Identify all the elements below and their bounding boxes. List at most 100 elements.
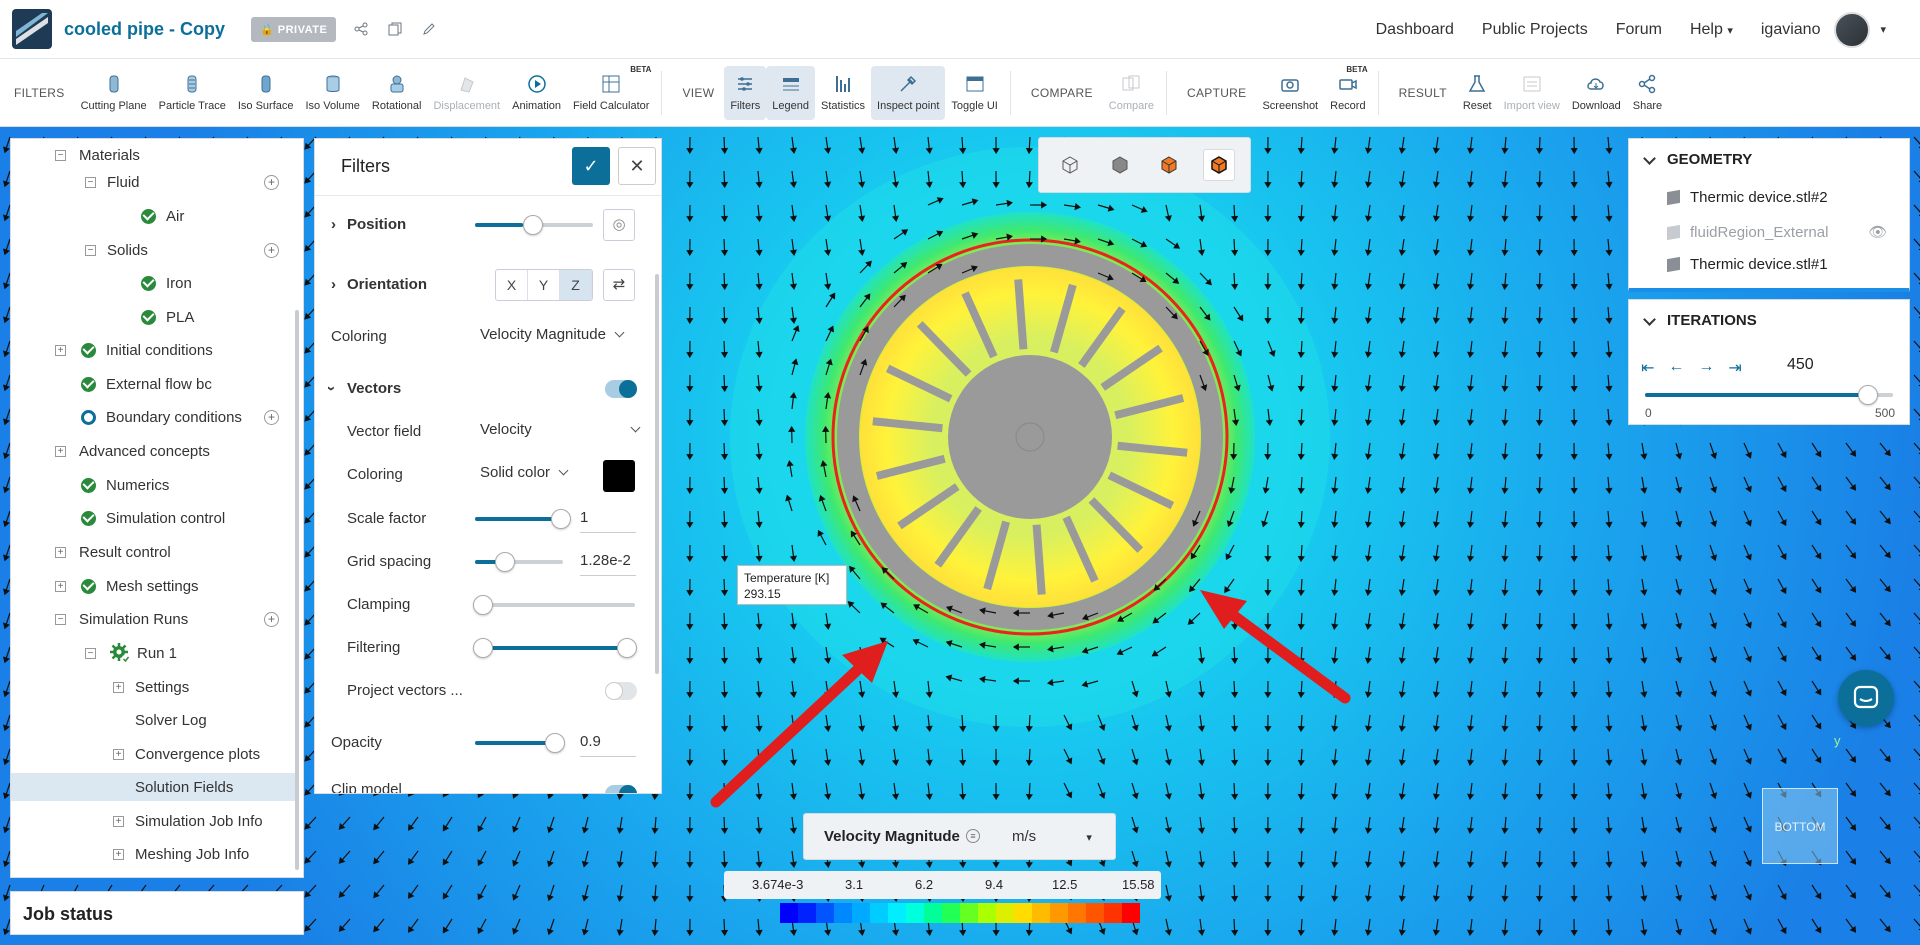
expand-icon[interactable]: + xyxy=(55,445,66,457)
first-iteration-icon[interactable]: ⇤ xyxy=(1641,358,1654,378)
surface-view-button[interactable] xyxy=(1203,149,1236,181)
vector-field-select[interactable]: Velocity xyxy=(480,421,639,438)
axis-x-button[interactable]: X xyxy=(496,270,528,300)
eye-icon[interactable]: 👁 xyxy=(1868,223,1887,241)
expand-icon[interactable]: + xyxy=(113,848,124,860)
iteration-input[interactable]: 450 xyxy=(1787,356,1814,374)
grid-spacing-slider[interactable] xyxy=(475,552,563,572)
nav-public-projects[interactable]: Public Projects xyxy=(1482,21,1588,39)
scale-factor-slider[interactable] xyxy=(475,509,571,529)
tree-item-fluid[interactable]: − Fluid + xyxy=(11,168,295,196)
simscale-logo[interactable] xyxy=(12,9,52,49)
filters-toggle-button[interactable]: Filters xyxy=(724,65,767,120)
import-view-button[interactable]: Import view xyxy=(1498,66,1566,120)
tree-item-solution-fields[interactable]: Solution Fields xyxy=(11,773,295,801)
chevron-right-icon[interactable]: › xyxy=(331,276,336,293)
geometry-item[interactable]: Thermic device.stl#2 xyxy=(1667,189,1828,206)
cutting-plane-button[interactable]: Cutting Plane xyxy=(75,66,153,120)
legend-settings-icon[interactable]: ≡ xyxy=(966,829,980,843)
compare-button[interactable]: Compare xyxy=(1103,66,1160,120)
unit-select[interactable]: m/s ▾ xyxy=(1012,828,1092,845)
opacity-input[interactable]: 0.9 xyxy=(580,731,636,757)
animation-button[interactable]: Animation xyxy=(506,66,567,120)
geometry-item[interactable]: fluidRegion_External 👁 xyxy=(1667,223,1887,241)
record-button[interactable]: BETA Record xyxy=(1324,65,1371,120)
legend-toggle-button[interactable]: Legend xyxy=(766,65,815,120)
swap-icon[interactable]: ⇄ xyxy=(603,269,635,301)
geometry-item[interactable]: Thermic device.stl#1 xyxy=(1667,256,1828,273)
iterations-title[interactable]: ITERATIONS xyxy=(1629,300,1909,329)
tree-scrollbar[interactable] xyxy=(295,310,299,870)
add-icon[interactable]: + xyxy=(264,174,279,190)
axis-z-button[interactable]: Z xyxy=(560,270,592,300)
add-icon[interactable]: + xyxy=(264,409,279,425)
filters-scrollbar[interactable] xyxy=(655,274,659,674)
copy-icon[interactable] xyxy=(386,20,404,38)
target-icon[interactable]: ◎ xyxy=(603,209,635,241)
opacity-slider[interactable] xyxy=(475,733,565,753)
tree-item-external-flow-bc[interactable]: External flow bc xyxy=(11,370,295,398)
project-vectors-toggle[interactable] xyxy=(605,682,637,700)
reset-button[interactable]: Reset xyxy=(1457,66,1498,120)
orientation-cube[interactable]: BOTTOM xyxy=(1762,788,1838,864)
vector-coloring-select[interactable]: Solid color xyxy=(480,464,567,481)
tree-item-boundary-conditions[interactable]: Boundary conditions + xyxy=(11,403,295,431)
tree-item-meshing-job-info[interactable]: + Meshing Job Info xyxy=(11,840,295,868)
tree-item-initial-conditions[interactable]: + Initial conditions xyxy=(11,336,295,364)
expand-icon[interactable]: + xyxy=(55,580,66,592)
tree-item-simulation-control[interactable]: Simulation control xyxy=(11,504,295,532)
chat-button[interactable] xyxy=(1838,670,1894,726)
nav-help[interactable]: Help ▾ xyxy=(1690,21,1733,39)
position-slider[interactable] xyxy=(475,215,593,235)
expand-icon[interactable]: + xyxy=(113,748,124,760)
collapse-icon[interactable]: − xyxy=(85,647,96,659)
collapse-icon[interactable]: − xyxy=(55,613,66,625)
tree-item-run-1[interactable]: − Run 1 xyxy=(11,639,295,667)
share-button[interactable]: Share xyxy=(1627,66,1668,120)
edit-icon[interactable] xyxy=(420,20,438,38)
wireframe-view-button[interactable] xyxy=(1054,149,1086,181)
expand-icon[interactable]: + xyxy=(55,546,66,558)
geometry-title[interactable]: GEOMETRY xyxy=(1629,139,1909,168)
tree-item-simulation-job-info[interactable]: + Simulation Job Info xyxy=(11,807,295,835)
iteration-slider[interactable] xyxy=(1645,385,1893,405)
nav-forum[interactable]: Forum xyxy=(1616,21,1662,39)
surface-edges-view-button[interactable] xyxy=(1153,149,1185,181)
tree-item-advanced-concepts[interactable]: + Advanced concepts xyxy=(11,437,295,465)
tree-item-mesh-settings[interactable]: + Mesh settings xyxy=(11,572,295,600)
toggle-ui-button[interactable]: Toggle UI xyxy=(945,66,1003,120)
clip-model-toggle[interactable] xyxy=(605,785,637,793)
axis-y-button[interactable]: Y xyxy=(528,270,560,300)
tree-item-air[interactable]: Air xyxy=(11,202,295,230)
expand-icon[interactable]: + xyxy=(113,815,124,827)
solid-view-button[interactable] xyxy=(1104,149,1136,181)
download-button[interactable]: Download xyxy=(1566,66,1627,120)
grid-spacing-input[interactable]: 1.28e-2 xyxy=(580,550,636,576)
tree-item-settings[interactable]: + Settings xyxy=(11,673,295,701)
field-calculator-button[interactable]: BETA Field Calculator xyxy=(567,65,655,120)
apply-button[interactable]: ✓ xyxy=(572,147,610,185)
tree-item-materials[interactable]: − Materials xyxy=(11,141,295,169)
screenshot-button[interactable]: Screenshot xyxy=(1256,66,1324,120)
collapse-icon[interactable]: − xyxy=(55,149,66,161)
tree-item-solids[interactable]: − Solids + xyxy=(11,236,295,264)
tree-item-pla[interactable]: PLA xyxy=(11,303,295,331)
username[interactable]: igaviano xyxy=(1761,21,1821,39)
solid-color-swatch[interactable] xyxy=(603,460,635,492)
add-icon[interactable]: + xyxy=(264,242,279,258)
collapse-icon[interactable]: − xyxy=(85,244,96,256)
tree-item-iron[interactable]: Iron xyxy=(11,269,295,297)
tree-item-convergence-plots[interactable]: + Convergence plots xyxy=(11,740,295,768)
nav-dashboard[interactable]: Dashboard xyxy=(1376,21,1454,39)
tree-item-simulation-runs[interactable]: − Simulation Runs + xyxy=(11,605,295,633)
inspect-point-button[interactable]: Inspect point xyxy=(871,65,946,120)
tree-item-numerics[interactable]: Numerics xyxy=(11,471,295,499)
clamping-slider[interactable] xyxy=(473,595,635,615)
tree-item-solver-log[interactable]: Solver Log xyxy=(11,706,295,734)
vectors-toggle[interactable] xyxy=(605,380,637,398)
last-iteration-icon[interactable]: ⇥ xyxy=(1728,358,1741,378)
avatar[interactable] xyxy=(1834,11,1871,48)
chevron-right-icon[interactable]: › xyxy=(331,216,336,233)
tree-item-result-control[interactable]: + Result control xyxy=(11,538,295,566)
expand-icon[interactable]: + xyxy=(113,681,124,693)
